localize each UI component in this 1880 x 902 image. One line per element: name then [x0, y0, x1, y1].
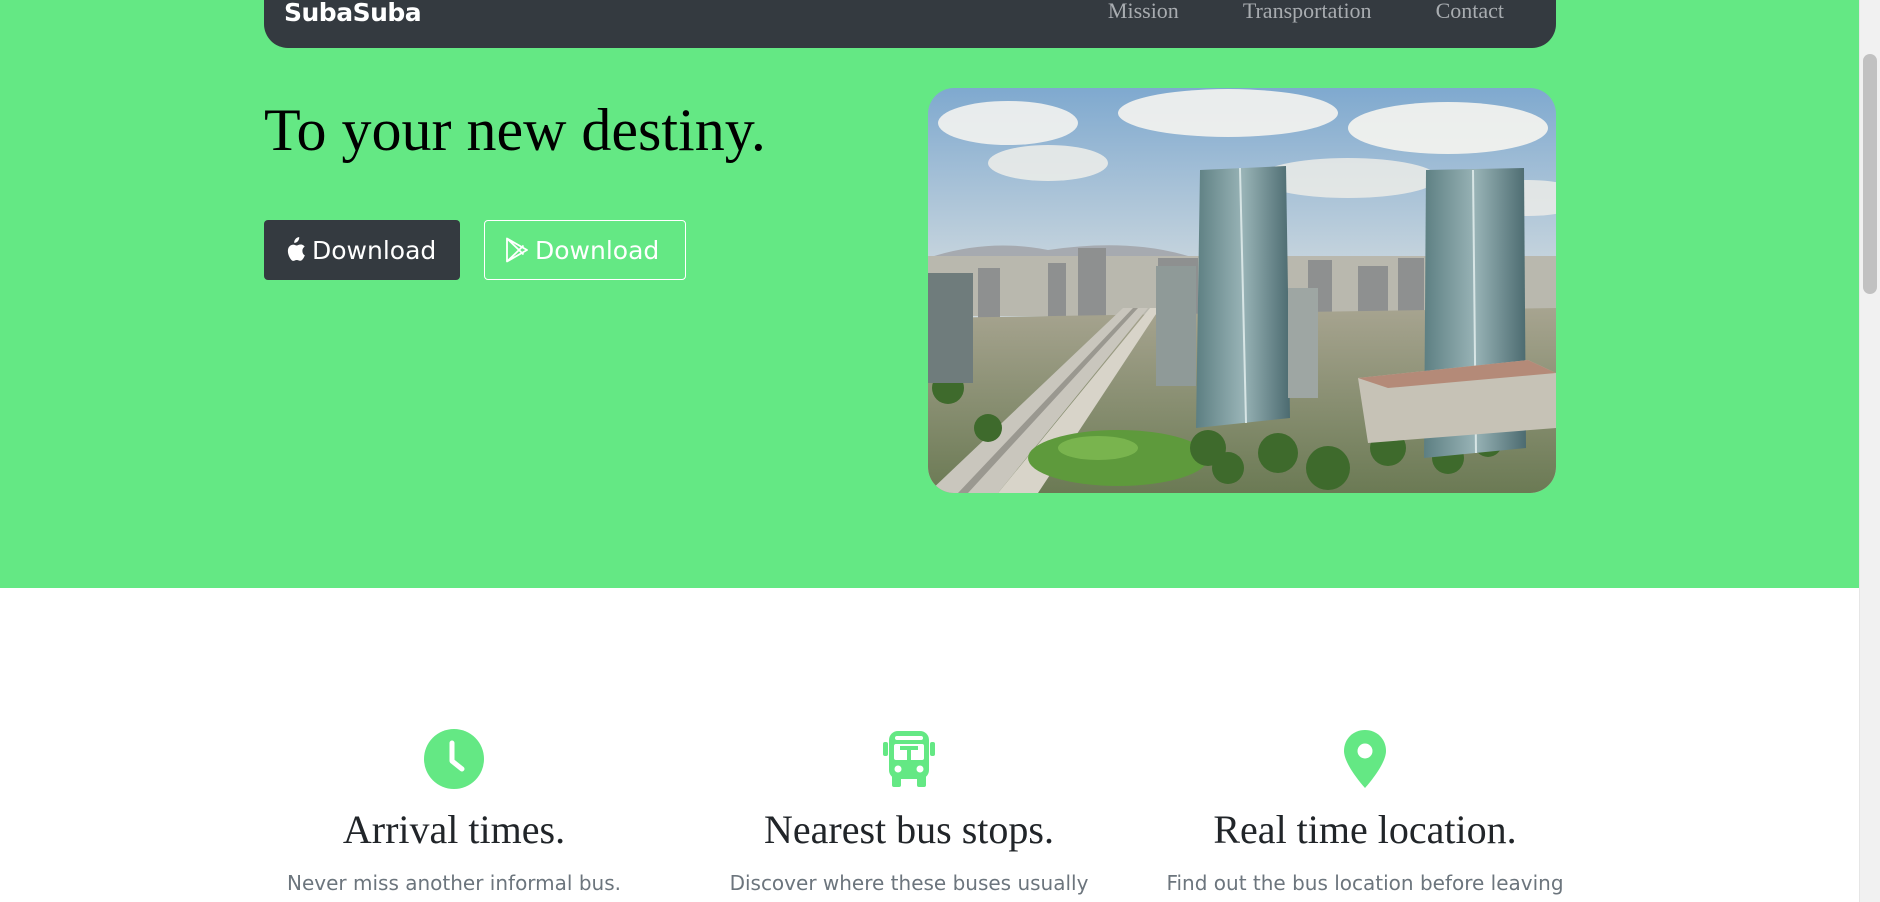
- play-store-download-label: Download: [535, 235, 660, 265]
- map-marker-icon: [1344, 730, 1386, 788]
- hero-headline: To your new destiny.: [264, 97, 766, 163]
- clock-icon: [424, 729, 484, 789]
- nav-links: Mission Transportation Contact: [1108, 0, 1504, 24]
- apple-download-label: Download: [312, 235, 437, 265]
- nav-link-transportation[interactable]: Transportation: [1243, 0, 1372, 24]
- bus-icon: [883, 731, 935, 787]
- feature-title: Arrival times.: [342, 807, 566, 852]
- vertical-scrollbar[interactable]: [1859, 0, 1880, 902]
- feature-title: Nearest bus stops.: [764, 807, 1054, 852]
- feature-nearest-bus-stops: Nearest bus stops. Discover where these …: [679, 728, 1139, 895]
- scrollbar-thumb[interactable]: [1863, 54, 1877, 294]
- feature-description: Discover where these buses usually: [729, 871, 1089, 895]
- feature-description: Find out the bus location before leaving: [1166, 871, 1564, 895]
- navbar: SubaSuba Mission Transportation Contact: [264, 0, 1556, 48]
- apple-download-button[interactable]: Download: [264, 220, 460, 280]
- feature-arrival-times: Arrival times. Never miss another inform…: [224, 728, 684, 895]
- nav-link-mission[interactable]: Mission: [1108, 0, 1179, 24]
- nav-link-contact[interactable]: Contact: [1436, 0, 1504, 24]
- feature-real-time-location: Real time location. Find out the bus loc…: [1135, 728, 1595, 895]
- brand-logo[interactable]: SubaSuba: [284, 0, 422, 27]
- hero-section: SubaSuba Mission Transportation Contact …: [0, 0, 1860, 588]
- city-skyline-image: [928, 88, 1556, 493]
- apple-icon: [287, 237, 305, 261]
- feature-description: Never miss another informal bus.: [287, 871, 621, 895]
- feature-title: Real time location.: [1213, 807, 1517, 852]
- play-store-download-button[interactable]: Download: [484, 220, 686, 280]
- page: SubaSuba Mission Transportation Contact …: [0, 0, 1880, 902]
- play-store-icon: [506, 237, 528, 263]
